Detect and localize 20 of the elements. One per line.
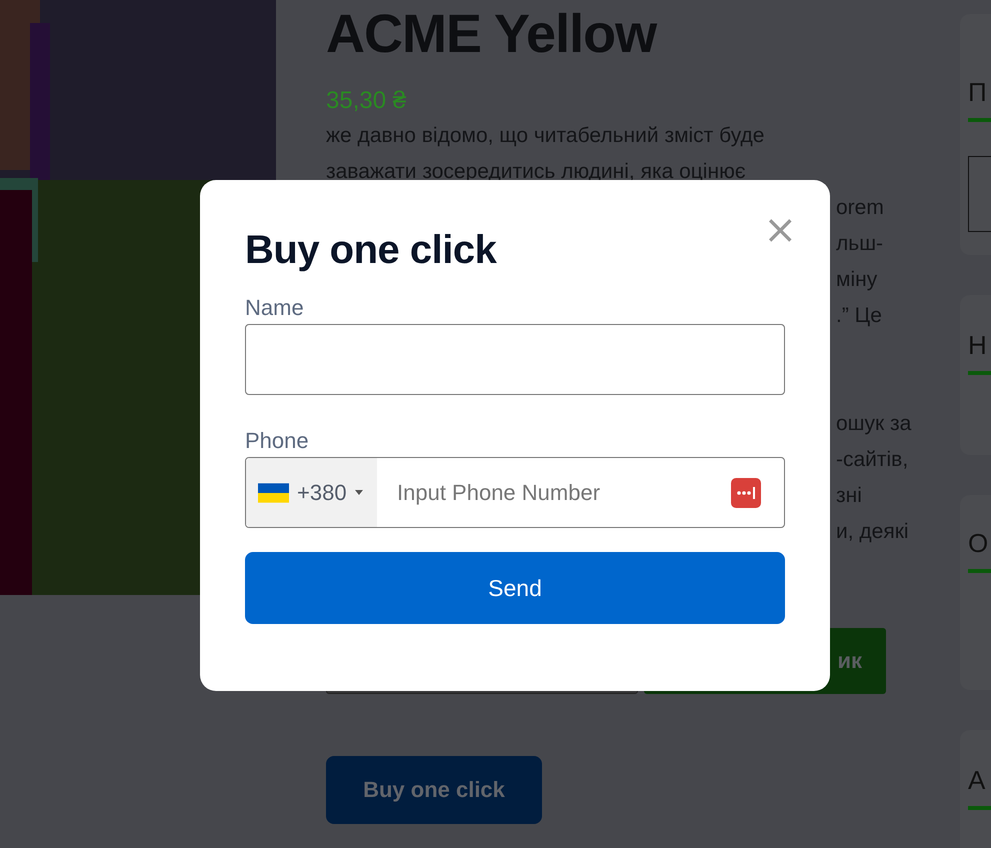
card-heading: П xyxy=(968,77,987,107)
name-field[interactable] xyxy=(245,324,785,395)
product-price: 35,30 ₴ xyxy=(326,86,408,116)
card-heading: О xyxy=(968,528,988,558)
caret-icon xyxy=(354,490,363,495)
close-button[interactable]: × xyxy=(763,210,797,250)
password-manager-icon[interactable] xyxy=(731,478,761,508)
flag-icon xyxy=(258,482,289,502)
country-code: +380 xyxy=(297,480,347,506)
phone-field[interactable]: +380 Input Phone Number xyxy=(245,457,785,528)
product-title: ACME Yellow xyxy=(326,4,658,64)
input-field[interactable] xyxy=(968,156,991,232)
field-label: Phone xyxy=(245,427,310,455)
send-button[interactable]: Send xyxy=(245,552,785,624)
modal-title: Buy one click xyxy=(245,227,496,274)
buy-one-click-button[interactable]: Buy one click xyxy=(326,756,542,824)
field-label: Name xyxy=(245,294,305,322)
country-selector[interactable]: +380 xyxy=(246,458,377,527)
card-heading: А xyxy=(968,765,986,795)
card-heading: Н xyxy=(968,330,987,360)
